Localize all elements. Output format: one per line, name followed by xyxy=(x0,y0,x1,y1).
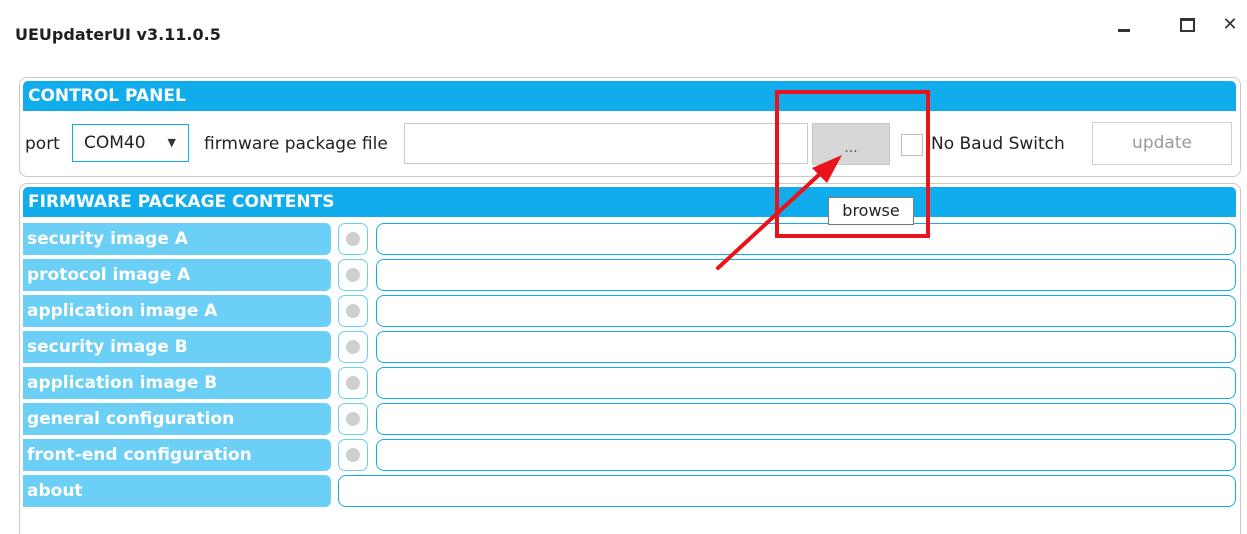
row-label-application-image-b: application image B xyxy=(23,367,331,399)
title-bar: UEUpdaterUI v3.11.0.5 ✕ xyxy=(0,0,1247,70)
front-end-configuration-field[interactable] xyxy=(376,439,1236,471)
no-baud-switch-label: No Baud Switch xyxy=(931,134,1065,154)
status-dot-icon xyxy=(346,304,360,318)
control-panel-header: CONTROL PANEL xyxy=(23,81,1236,111)
status-dot-icon xyxy=(346,412,360,426)
firmware-package-file-label: firmware package file xyxy=(204,134,388,154)
status-indicator xyxy=(338,367,368,399)
port-label: port xyxy=(25,134,60,154)
port-value: COM40 xyxy=(84,133,146,153)
security-image-b-field[interactable] xyxy=(376,331,1236,363)
minimize-icon xyxy=(1118,29,1130,32)
close-icon: ✕ xyxy=(1222,14,1238,35)
close-button[interactable]: ✕ xyxy=(1215,10,1245,40)
application-image-a-field[interactable] xyxy=(376,295,1236,327)
status-indicator xyxy=(338,295,368,327)
row-label-security-image-b: security image B xyxy=(23,331,331,363)
minimize-button[interactable] xyxy=(1110,10,1140,40)
protocol-image-a-field[interactable] xyxy=(376,259,1236,291)
window-title: UEUpdaterUI v3.11.0.5 xyxy=(15,25,221,44)
row-label-general-configuration: general configuration xyxy=(23,403,331,435)
application-image-b-field[interactable] xyxy=(376,367,1236,399)
port-select[interactable]: COM40 ▼ xyxy=(72,124,189,162)
control-panel: CONTROL PANEL port COM40 ▼ firmware pack… xyxy=(19,77,1241,177)
about-field[interactable] xyxy=(338,475,1236,507)
maximize-icon xyxy=(1180,18,1195,32)
row-label-protocol-image-a: protocol image A xyxy=(23,259,331,291)
general-configuration-field[interactable] xyxy=(376,403,1236,435)
row-label-application-image-a: application image A xyxy=(23,295,331,327)
status-indicator xyxy=(338,259,368,291)
status-indicator xyxy=(338,331,368,363)
status-indicator xyxy=(338,439,368,471)
status-indicator xyxy=(338,403,368,435)
chevron-down-icon: ▼ xyxy=(167,136,176,149)
status-dot-icon xyxy=(346,232,360,246)
annotation-highlight-box xyxy=(775,90,930,238)
status-dot-icon xyxy=(346,376,360,390)
status-dot-icon xyxy=(346,340,360,354)
status-indicator xyxy=(338,223,368,255)
status-dot-icon xyxy=(346,448,360,462)
firmware-package-contents-panel: FIRMWARE PACKAGE CONTENTS security image… xyxy=(19,183,1241,534)
status-dot-icon xyxy=(346,268,360,282)
maximize-button[interactable] xyxy=(1172,10,1202,40)
row-label-security-image-a: security image A xyxy=(23,223,331,255)
update-button[interactable]: update xyxy=(1092,122,1232,165)
firmware-package-file-input[interactable] xyxy=(404,123,808,164)
firmware-contents-header: FIRMWARE PACKAGE CONTENTS xyxy=(23,187,1236,217)
row-label-about: about xyxy=(23,475,331,507)
row-label-front-end-configuration: front-end configuration xyxy=(23,439,331,471)
